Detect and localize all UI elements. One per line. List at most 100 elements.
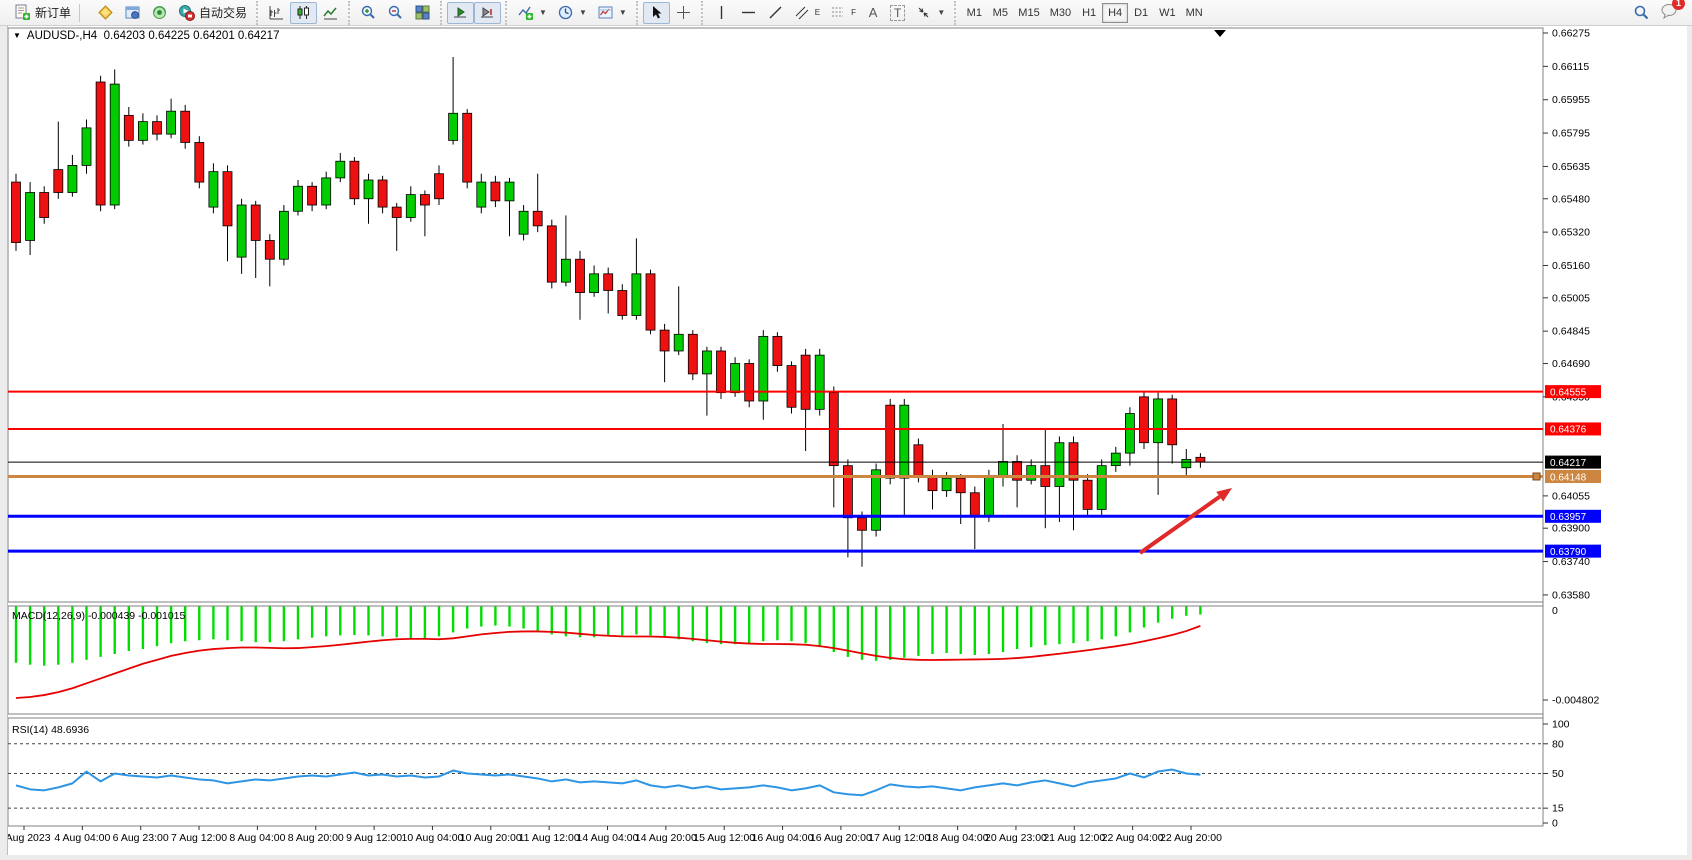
timeframe-h4[interactable]: H4 xyxy=(1102,3,1128,23)
crosshair-icon xyxy=(675,4,692,21)
candle-body xyxy=(561,259,570,282)
timeframe-m1[interactable]: M1 xyxy=(961,3,987,23)
candle-body xyxy=(801,355,810,409)
rsi-panel xyxy=(8,718,1543,826)
candle-body xyxy=(12,182,21,242)
channel-tool-button[interactable]: E xyxy=(789,2,825,24)
candle-body xyxy=(491,182,500,201)
vertical-line-icon xyxy=(713,4,730,21)
macd-axis-zero-label: 0 xyxy=(1552,605,1558,617)
tile-windows-button[interactable] xyxy=(409,2,436,24)
timeframe-d1[interactable]: D1 xyxy=(1128,3,1154,23)
macd-indicator-label: MACD(12,26,9) -0.000439 -0.001015 xyxy=(12,610,185,622)
timeframe-m15[interactable]: M15 xyxy=(1013,3,1044,23)
candle-body xyxy=(773,336,782,365)
time-axis-label: 7 Aug 12:00 xyxy=(171,832,227,844)
trendline-tool-button[interactable] xyxy=(762,2,789,24)
candle-body xyxy=(533,211,542,226)
price-axis-label: 0.63580 xyxy=(1552,589,1590,601)
candlestick-chart-button[interactable] xyxy=(290,2,317,24)
new-order-button[interactable]: 新订单 xyxy=(9,2,76,24)
search-icon[interactable] xyxy=(1633,4,1650,21)
timeframe-m30[interactable]: M30 xyxy=(1045,3,1076,23)
time-axis-label: 16 Aug 20:00 xyxy=(810,832,872,844)
line-chart-button[interactable] xyxy=(317,2,344,24)
cursor-tool-button[interactable] xyxy=(643,2,670,24)
timeframe-mn[interactable]: MN xyxy=(1181,3,1208,23)
new-order-label: 新订单 xyxy=(35,4,71,21)
candle-body xyxy=(1196,457,1205,462)
candle-body xyxy=(618,291,627,316)
chart-canvas[interactable]: 0.662750.661150.659550.657950.656350.654… xyxy=(0,26,1692,855)
bar-chart-button[interactable] xyxy=(263,2,290,24)
candle-body xyxy=(449,113,458,140)
arrows-tool-button[interactable]: ▼ xyxy=(910,2,950,24)
time-axis-label: 18 Aug 04:00 xyxy=(927,832,989,844)
arrows-tool-icon xyxy=(915,4,932,21)
period-caret-icon: ▼ xyxy=(579,8,587,17)
candle-body xyxy=(350,161,359,199)
candle-body xyxy=(1182,459,1191,467)
template-caret-icon: ▼ xyxy=(619,8,627,17)
price-axis-label: 0.65160 xyxy=(1552,260,1590,272)
text-tool-button[interactable]: A xyxy=(861,2,885,24)
candle-body xyxy=(632,274,641,316)
candle-body xyxy=(505,182,514,201)
chart-window[interactable]: 0.662750.661150.659550.657950.656350.654… xyxy=(0,26,1692,855)
timeframe-m5[interactable]: M5 xyxy=(987,3,1013,23)
chart-quote-line: 0.64203 0.64225 0.64201 0.64217 xyxy=(104,30,280,42)
candle-body xyxy=(124,115,133,140)
candle-body xyxy=(745,363,754,401)
candle-body xyxy=(463,113,472,182)
crosshair-tool-button[interactable] xyxy=(670,2,697,24)
candle-body xyxy=(1125,414,1134,454)
candle-body xyxy=(956,478,965,493)
auto-scroll-button[interactable] xyxy=(447,2,474,24)
zoom-out-button[interactable] xyxy=(382,2,409,24)
text-label-icon: T xyxy=(890,5,905,21)
candle-body xyxy=(547,226,556,282)
time-axis-label: 22 Aug 04:00 xyxy=(1102,832,1164,844)
timeframe-h1[interactable]: H1 xyxy=(1076,3,1102,23)
candle-body xyxy=(787,366,796,408)
candle-body xyxy=(96,82,105,205)
candle-body xyxy=(308,186,317,205)
channel-sub-label: E xyxy=(815,8,820,17)
time-axis-label: 21 Aug 12:00 xyxy=(1043,832,1105,844)
candle-body xyxy=(1097,466,1106,510)
zoom-in-button[interactable] xyxy=(355,2,382,24)
indicators-button[interactable]: ▼ xyxy=(512,2,552,24)
horizontal-line-tool-button[interactable] xyxy=(735,2,762,24)
period-button[interactable]: ▼ xyxy=(552,2,592,24)
timeframe-w1[interactable]: W1 xyxy=(1154,3,1181,23)
chart-shift-button[interactable] xyxy=(474,2,501,24)
candle-body xyxy=(717,351,726,393)
market-watch-button[interactable] xyxy=(92,2,119,24)
bar-chart-icon xyxy=(268,4,285,21)
candle-body xyxy=(576,259,585,292)
autotrade-button[interactable]: 自动交易 xyxy=(173,2,252,24)
vertical-line-tool-button[interactable] xyxy=(708,2,735,24)
candle-body xyxy=(435,174,444,199)
price-tag-label: 0.64217 xyxy=(1550,458,1587,469)
template-button[interactable]: ▼ xyxy=(592,2,632,24)
candle-body xyxy=(237,205,246,257)
candle-body xyxy=(26,193,35,241)
auto-scroll-icon xyxy=(452,4,469,21)
fibonacci-tool-button[interactable]: F xyxy=(825,2,861,24)
text-label-tool-button[interactable]: T xyxy=(885,2,910,24)
navigator-button[interactable] xyxy=(146,2,173,24)
data-window-button[interactable] xyxy=(119,2,146,24)
new-order-icon xyxy=(14,4,31,21)
tile-windows-icon xyxy=(414,4,431,21)
candle-body xyxy=(1140,397,1149,443)
template-icon xyxy=(597,4,614,21)
price-axis-label: 0.64690 xyxy=(1552,358,1590,370)
candle-body xyxy=(928,476,937,491)
candle-body xyxy=(646,274,655,330)
chart-title-dropdown-icon[interactable]: ▼ xyxy=(13,31,21,40)
zoom-in-icon xyxy=(360,4,377,21)
notifications-button[interactable]: 1 xyxy=(1660,2,1678,24)
macd-axis-label: -0.004802 xyxy=(1552,695,1599,707)
timeframe-group: M1M5M15M30H1H4D1W1MN xyxy=(954,1,1207,25)
